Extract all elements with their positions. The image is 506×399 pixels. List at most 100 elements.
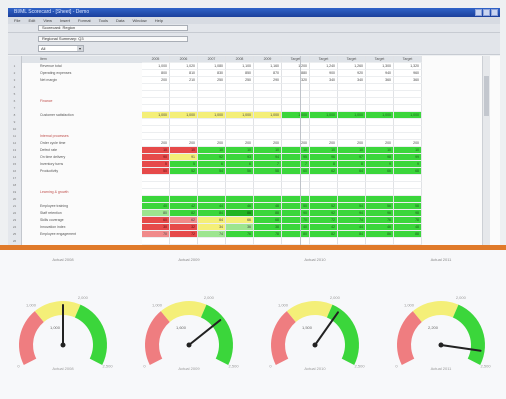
grid-cell[interactable]	[338, 175, 366, 182]
grid-cell[interactable]	[142, 196, 170, 203]
grid-cell[interactable]	[254, 105, 282, 112]
grid-cell[interactable]	[198, 189, 226, 196]
row-label[interactable]	[22, 196, 142, 203]
row-label[interactable]: Customer satisfaction	[22, 112, 142, 119]
row-number[interactable]: 4	[8, 84, 22, 91]
grid-cell[interactable]	[198, 84, 226, 91]
grid-cell[interactable]: 40	[142, 203, 170, 210]
grid-cell[interactable]: 68	[394, 168, 422, 175]
grid-cell[interactable]: 56	[226, 168, 254, 175]
row-number[interactable]: 11	[8, 133, 22, 140]
grid-cell[interactable]	[226, 182, 254, 189]
grid-cell[interactable]	[310, 238, 338, 245]
grid-cell[interactable]	[366, 133, 394, 140]
grid-cell[interactable]	[142, 126, 170, 133]
grid-cell[interactable]: 86	[366, 231, 394, 238]
grid-cell[interactable]: 72	[170, 231, 198, 238]
grid-cell[interactable]: 74	[198, 231, 226, 238]
menu-item-tools[interactable]: Tools	[99, 18, 108, 23]
menu-item-format[interactable]: Format	[78, 18, 91, 23]
grid-cell[interactable]	[142, 98, 170, 105]
grid-cell[interactable]	[282, 98, 310, 105]
row-number[interactable]: 10	[8, 126, 22, 133]
grid-cell[interactable]: 99	[394, 154, 422, 161]
chevron-down-icon[interactable]: ▾	[77, 46, 83, 51]
grid-cell[interactable]	[198, 238, 226, 245]
grid-cell[interactable]	[338, 91, 366, 98]
grid-cell[interactable]: 68	[254, 217, 282, 224]
grid-cell[interactable]	[142, 189, 170, 196]
grid-cell[interactable]: 42	[310, 224, 338, 231]
grid-cell[interactable]: 1,020	[170, 63, 198, 70]
grid-cell[interactable]: 1,000	[310, 112, 338, 119]
grid-cell[interactable]	[394, 196, 422, 203]
grid-cell[interactable]	[282, 119, 310, 126]
grid-cell[interactable]: 72	[310, 217, 338, 224]
row-label[interactable]	[22, 84, 142, 91]
grid-cell[interactable]: 960	[394, 70, 422, 77]
grid-cell[interactable]	[142, 84, 170, 91]
column-header[interactable]: 2009	[254, 56, 282, 63]
grid-cell[interactable]: 91	[170, 154, 198, 161]
grid-cell[interactable]	[366, 98, 394, 105]
grid-cell[interactable]: 40	[282, 224, 310, 231]
grid-cell[interactable]: 48	[394, 224, 422, 231]
grid-cell[interactable]	[170, 182, 198, 189]
grid-cell[interactable]: 10	[338, 147, 366, 154]
grid-cell[interactable]: 7	[254, 161, 282, 168]
grid-cell[interactable]: 93	[226, 154, 254, 161]
grid-cell[interactable]	[254, 84, 282, 91]
row-label[interactable]: On time delivery	[22, 154, 142, 161]
scrollbar-thumb[interactable]	[484, 76, 489, 116]
grid-cell[interactable]: 54	[338, 203, 366, 210]
row-number[interactable]: 22	[8, 210, 22, 217]
grid-cell[interactable]	[254, 91, 282, 98]
row-number[interactable]: 23	[8, 217, 22, 224]
grid-cell[interactable]: 97	[338, 154, 366, 161]
filter-dropdown[interactable]: All ▾	[38, 45, 84, 52]
row-number[interactable]: 24	[8, 224, 22, 231]
grid-cell[interactable]: 810	[170, 70, 198, 77]
grid-cell[interactable]	[198, 91, 226, 98]
grid-cell[interactable]	[310, 196, 338, 203]
row-label[interactable]: Order cycle time	[22, 140, 142, 147]
row-number[interactable]: 14	[8, 154, 22, 161]
grid-cell[interactable]	[282, 238, 310, 245]
grid-cell[interactable]: 340	[338, 77, 366, 84]
row-label[interactable]	[22, 91, 142, 98]
grid-cell[interactable]: 95	[282, 154, 310, 161]
grid-cell[interactable]: 10	[142, 147, 170, 154]
grid-cell[interactable]: 82	[170, 210, 198, 217]
grid-cell[interactable]	[226, 126, 254, 133]
row-number[interactable]: 20	[8, 196, 22, 203]
grid-cell[interactable]	[310, 91, 338, 98]
grid-cell[interactable]: 340	[310, 77, 338, 84]
grid-cell[interactable]	[170, 196, 198, 203]
grid-cell[interactable]	[254, 133, 282, 140]
grid-cell[interactable]: 50	[142, 168, 170, 175]
column-header[interactable]: 2006	[170, 56, 198, 63]
grid-cell[interactable]	[394, 133, 422, 140]
row-label[interactable]	[22, 119, 142, 126]
grid-cell[interactable]: 1,000	[142, 112, 170, 119]
section-label[interactable]: Learning & growth	[22, 189, 142, 196]
row-label[interactable]: Employee training	[22, 203, 142, 210]
grid-cell[interactable]: 64	[338, 168, 366, 175]
grid-cell[interactable]	[282, 189, 310, 196]
grid-cell[interactable]	[366, 238, 394, 245]
grid-cell[interactable]: 96	[366, 210, 394, 217]
section-label[interactable]: Finance	[22, 98, 142, 105]
grid-cell[interactable]: 90	[282, 210, 310, 217]
grid-cell[interactable]: 54	[198, 168, 226, 175]
grid-cell[interactable]: 44	[198, 203, 226, 210]
grid-cell[interactable]: 1,000	[170, 112, 198, 119]
grid-cell[interactable]	[198, 133, 226, 140]
grid-cell[interactable]: 10	[254, 147, 282, 154]
grid-cell[interactable]	[338, 105, 366, 112]
grid-cell[interactable]: 92	[310, 210, 338, 217]
grid-cell[interactable]: 200	[198, 140, 226, 147]
grid-cell[interactable]	[170, 189, 198, 196]
grid-cell[interactable]: 60	[142, 217, 170, 224]
grid-cell[interactable]: 36	[226, 224, 254, 231]
grid-cell[interactable]: 10	[282, 147, 310, 154]
